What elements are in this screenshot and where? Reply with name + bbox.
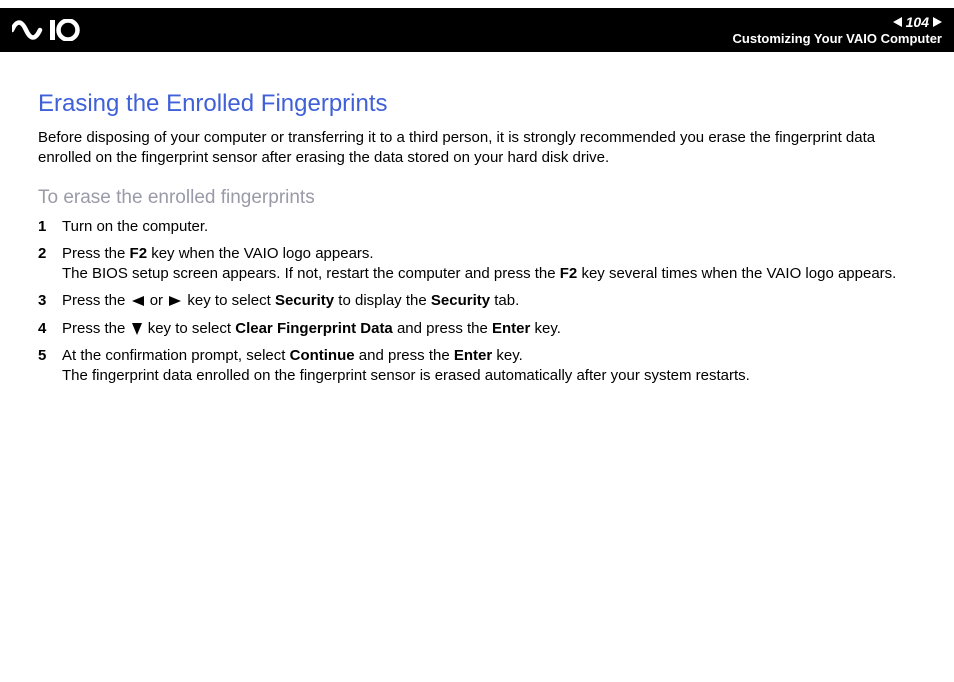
step-body: Turn on the computer.: [62, 217, 916, 237]
page-nav: 104: [893, 14, 942, 30]
step-body: Press the F2 key when the VAIO logo appe…: [62, 244, 916, 285]
left-arrow-icon: [132, 296, 144, 306]
step-number: 4: [38, 319, 62, 339]
step-number: 3: [38, 291, 62, 311]
step-1: 1 Turn on the computer.: [38, 217, 916, 237]
step-body: Press the or key to select Security to d…: [62, 291, 916, 311]
prev-page-icon[interactable]: [893, 17, 902, 27]
step-3: 3 Press the or key to select Security to…: [38, 291, 916, 311]
step-4: 4 Press the key to select Clear Fingerpr…: [38, 319, 916, 339]
breadcrumb: Customizing Your VAIO Computer: [733, 31, 942, 46]
step-body: Press the key to select Clear Fingerprin…: [62, 319, 916, 339]
step-number: 5: [38, 346, 62, 366]
step-number: 2: [38, 244, 62, 264]
page-number: 104: [906, 14, 929, 30]
step-body: At the confirmation prompt, select Conti…: [62, 346, 916, 387]
vaio-logo-svg: [12, 19, 110, 41]
vaio-logo: [12, 18, 110, 42]
header-right: 104 Customizing Your VAIO Computer: [733, 14, 942, 46]
step-5: 5 At the confirmation prompt, select Con…: [38, 346, 916, 387]
next-page-icon[interactable]: [933, 17, 942, 27]
step-number: 1: [38, 217, 62, 237]
right-arrow-icon: [169, 296, 181, 306]
main-heading: Erasing the Enrolled Fingerprints: [38, 90, 916, 118]
header-bar: 104 Customizing Your VAIO Computer: [0, 8, 954, 52]
down-arrow-icon: [132, 323, 142, 335]
step-2: 2 Press the F2 key when the VAIO logo ap…: [38, 244, 916, 285]
intro-paragraph: Before disposing of your computer or tra…: [38, 128, 916, 169]
content-area: Erasing the Enrolled Fingerprints Before…: [0, 52, 954, 413]
sub-heading: To erase the enrolled fingerprints: [38, 187, 916, 209]
steps-list: 1 Turn on the computer. 2 Press the F2 k…: [38, 217, 916, 387]
